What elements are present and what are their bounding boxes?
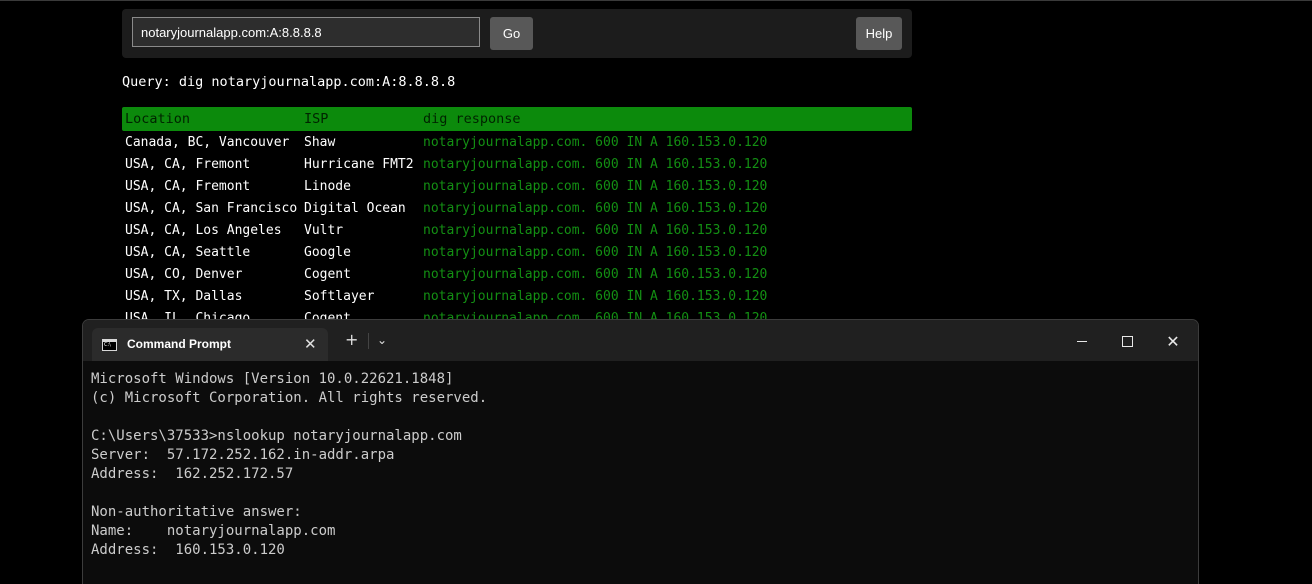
results-header: Location ISP dig response (122, 107, 912, 131)
console-line: Microsoft Windows [Version 10.0.22621.18… (91, 371, 454, 387)
cell-location: USA, CA, San Francisco (125, 200, 298, 216)
cell-isp: Google (304, 244, 351, 260)
query-command: dig notaryjournalapp.com:A:8.8.8.8 (178, 74, 456, 90)
cell-isp: Softlayer (304, 288, 375, 304)
query-line: Query: dig notaryjournalapp.com:A:8.8.8.… (122, 74, 455, 90)
minimize-icon (1077, 341, 1087, 342)
maximize-button[interactable] (1109, 326, 1145, 356)
header-location: Location (125, 111, 191, 127)
cell-isp: Digital Ocean (304, 200, 406, 216)
console-line: (c) Microsoft Corporation. All rights re… (91, 390, 488, 406)
go-button[interactable]: Go (490, 17, 533, 50)
table-row: USA, CA, Los Angeles Vultr notaryjournalap… (122, 219, 912, 241)
cell-location: USA, CA, Fremont (125, 156, 251, 172)
header-response: dig response (423, 111, 521, 127)
command-prompt-window: Command Prompt ✕ + ⌄ ✕ Microsoft Windows… (82, 319, 1199, 584)
console-line: Address: 162.252.172.57 (91, 466, 294, 482)
cell-response: notaryjournalapp.com. 600 IN A 160.153.0… (423, 200, 768, 216)
cell-response: notaryjournalapp.com. 600 IN A 160.153.0… (423, 288, 768, 304)
results-table: Location ISP dig response Canada, BC, Va… (122, 107, 912, 329)
table-row: USA, CO, Denver Cogent notaryjournalapp.co… (122, 263, 912, 285)
table-row: Canada, BC, Vancouver Shaw notaryjournalap… (122, 131, 912, 153)
table-row: USA, CA, Seattle Google notaryjournalapp.c… (122, 241, 912, 263)
console-line: Address: 160.153.0.120 (91, 542, 285, 558)
header-isp: ISP (304, 111, 329, 127)
close-tab-icon[interactable]: ✕ (304, 335, 317, 353)
tab-command-prompt[interactable]: Command Prompt ✕ (92, 328, 328, 361)
results-rows: Canada, BC, Vancouver Shaw notaryjournalap… (122, 131, 912, 329)
terminal-icon (102, 339, 117, 351)
console-line: Non-authoritative answer: (91, 504, 302, 520)
table-row: USA, CA, San Francisco Digital Ocean notar… (122, 197, 912, 219)
cell-isp: Cogent (304, 266, 351, 282)
cell-location: USA, TX, Dallas (125, 288, 243, 304)
new-tab-plus-icon[interactable]: + (345, 331, 358, 349)
query-label: Query: (122, 74, 171, 90)
top-border (0, 0, 1312, 1)
query-toolbar: Go Help (122, 9, 912, 58)
cell-isp: Linode (304, 178, 351, 194)
tab-title: Command Prompt (127, 337, 232, 351)
help-button[interactable]: Help (856, 17, 902, 50)
console-line: C:\Users\37533>nslookup notaryjournalapp… (91, 428, 462, 444)
minimize-button[interactable] (1064, 326, 1100, 356)
cell-location: USA, CA, Los Angeles (125, 222, 282, 238)
table-row: USA, CA, Fremont Linode notaryjournalapp.c… (122, 175, 912, 197)
table-row: USA, CA, Fremont Hurricane FMT2 notaryjour… (122, 153, 912, 175)
cell-isp: Vultr (304, 222, 344, 238)
tab-separator (368, 333, 369, 349)
cell-response: notaryjournalapp.com. 600 IN A 160.153.0… (423, 222, 768, 238)
console-line: Server: 57.172.252.162.in-addr.arpa (91, 447, 395, 463)
cell-location: USA, CO, Denver (125, 266, 243, 282)
maximize-icon (1121, 335, 1133, 347)
console-output[interactable]: Microsoft Windows [Version 10.0.22621.18… (91, 370, 487, 560)
table-row: USA, TX, Dallas Softlayer notaryjournalapp… (122, 285, 912, 307)
cell-isp: Shaw (304, 134, 336, 150)
cell-location: USA, CA, Fremont (125, 178, 251, 194)
cell-response: notaryjournalapp.com. 600 IN A 160.153.0… (423, 156, 768, 172)
cell-response: notaryjournalapp.com. 600 IN A 160.153.0… (423, 244, 768, 260)
console-line: Name: notaryjournalapp.com (91, 523, 336, 539)
cell-location: USA, CA, Seattle (125, 244, 251, 260)
query-input[interactable] (132, 17, 480, 47)
cell-response: notaryjournalapp.com. 600 IN A 160.153.0… (423, 178, 768, 194)
cell-location: Canada, BC, Vancouver (125, 134, 290, 150)
chevron-down-icon[interactable]: ⌄ (377, 331, 387, 349)
close-window-button[interactable]: ✕ (1155, 326, 1191, 356)
cell-response: notaryjournalapp.com. 600 IN A 160.153.0… (423, 134, 768, 150)
cell-response: notaryjournalapp.com. 600 IN A 160.153.0… (423, 266, 768, 282)
cell-isp: Hurricane FMT2 (304, 156, 414, 172)
title-bar: Command Prompt ✕ + ⌄ ✕ (83, 320, 1198, 361)
